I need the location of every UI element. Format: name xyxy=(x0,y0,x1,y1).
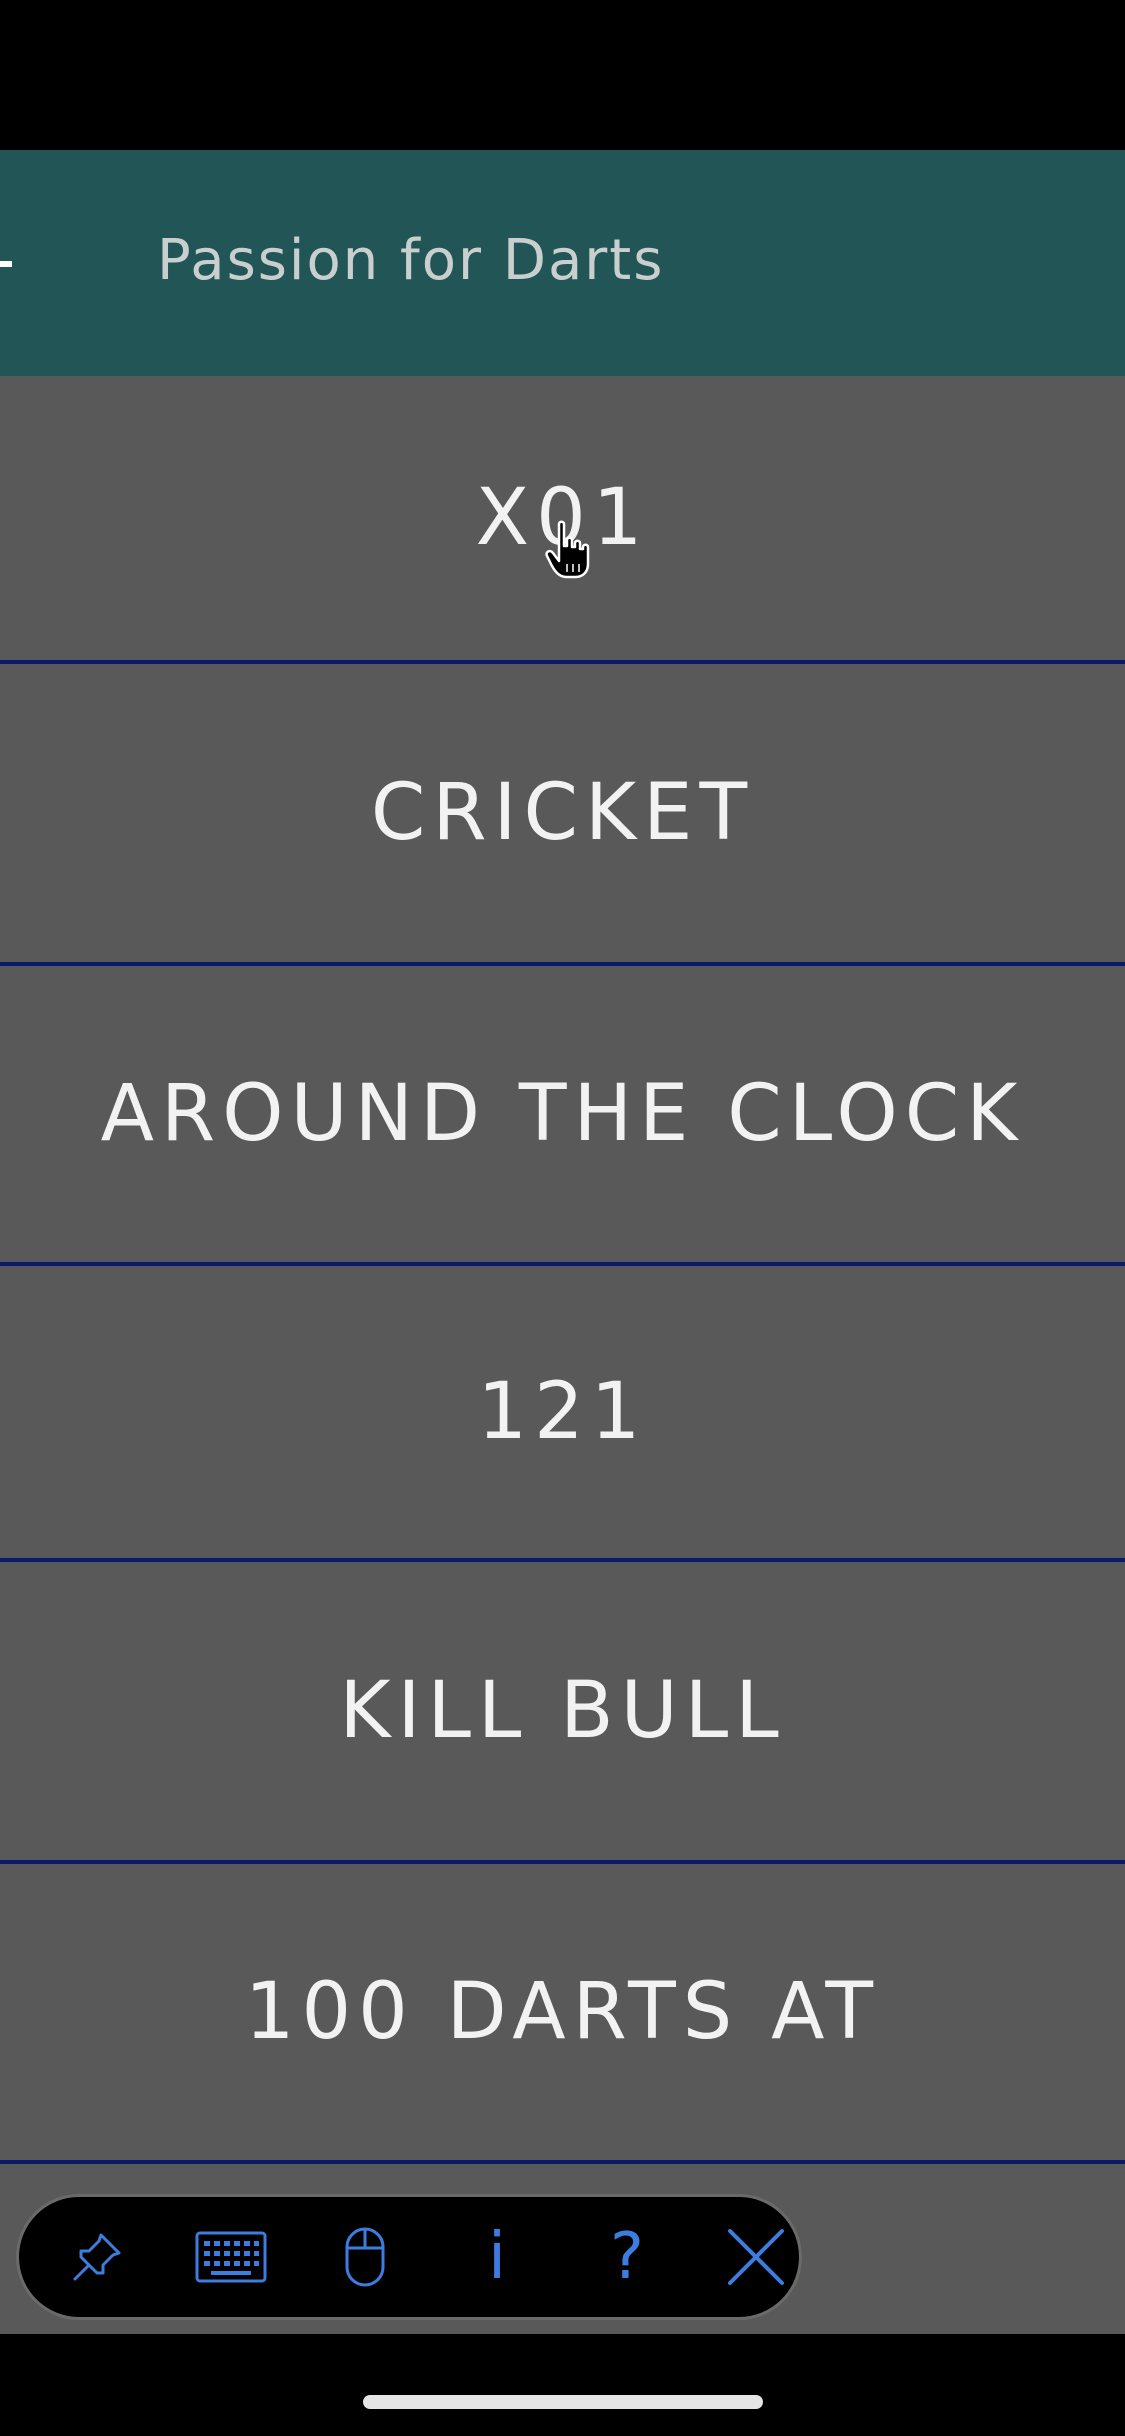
menu-item-kill-bull[interactable]: KILL BULL xyxy=(0,1562,1125,1860)
close-button[interactable] xyxy=(716,2217,796,2297)
menu-item-100-darts-at[interactable]: 100 DARTS AT xyxy=(0,1864,1125,2160)
menu-item-121[interactable]: 121 xyxy=(0,1266,1125,1558)
pin-icon xyxy=(73,2233,121,2281)
home-indicator[interactable] xyxy=(363,2395,763,2409)
info-icon: i xyxy=(488,2220,506,2294)
help-button[interactable]: ? xyxy=(587,2217,667,2297)
app-title: Passion for Darts xyxy=(157,228,665,293)
back-button[interactable] xyxy=(0,261,12,267)
keyboard-button[interactable] xyxy=(191,2217,271,2297)
hand-pointer-cursor-icon xyxy=(545,520,590,579)
mouse-icon xyxy=(345,2227,385,2287)
menu-item-around-the-clock[interactable]: AROUND THE CLOCK xyxy=(0,966,1125,1262)
menu-item-label: CRICKET xyxy=(370,768,755,858)
help-icon: ? xyxy=(610,2220,644,2294)
info-button[interactable]: i xyxy=(457,2217,537,2297)
game-menu-list: X01 CRICKET AROUND THE CLOCK 121 KILL BU… xyxy=(0,376,1125,2334)
menu-item-cricket[interactable]: CRICKET xyxy=(0,664,1125,962)
menu-item-label: AROUND THE CLOCK xyxy=(100,1069,1025,1159)
pin-button[interactable] xyxy=(57,2217,137,2297)
close-icon xyxy=(728,2229,784,2285)
mouse-button[interactable] xyxy=(325,2217,405,2297)
menu-item-label: 121 xyxy=(477,1367,648,1457)
divider xyxy=(0,2160,1125,2164)
keyboard-icon xyxy=(195,2231,267,2283)
menu-item-x01[interactable]: X01 xyxy=(0,376,1125,660)
status-bar xyxy=(0,0,1125,150)
bottom-safe-area xyxy=(0,2334,1125,2436)
menu-item-label: 100 DARTS AT xyxy=(244,1967,881,2057)
menu-item-label: KILL BULL xyxy=(339,1666,786,1756)
remote-toolbar: i ? xyxy=(16,2194,802,2320)
